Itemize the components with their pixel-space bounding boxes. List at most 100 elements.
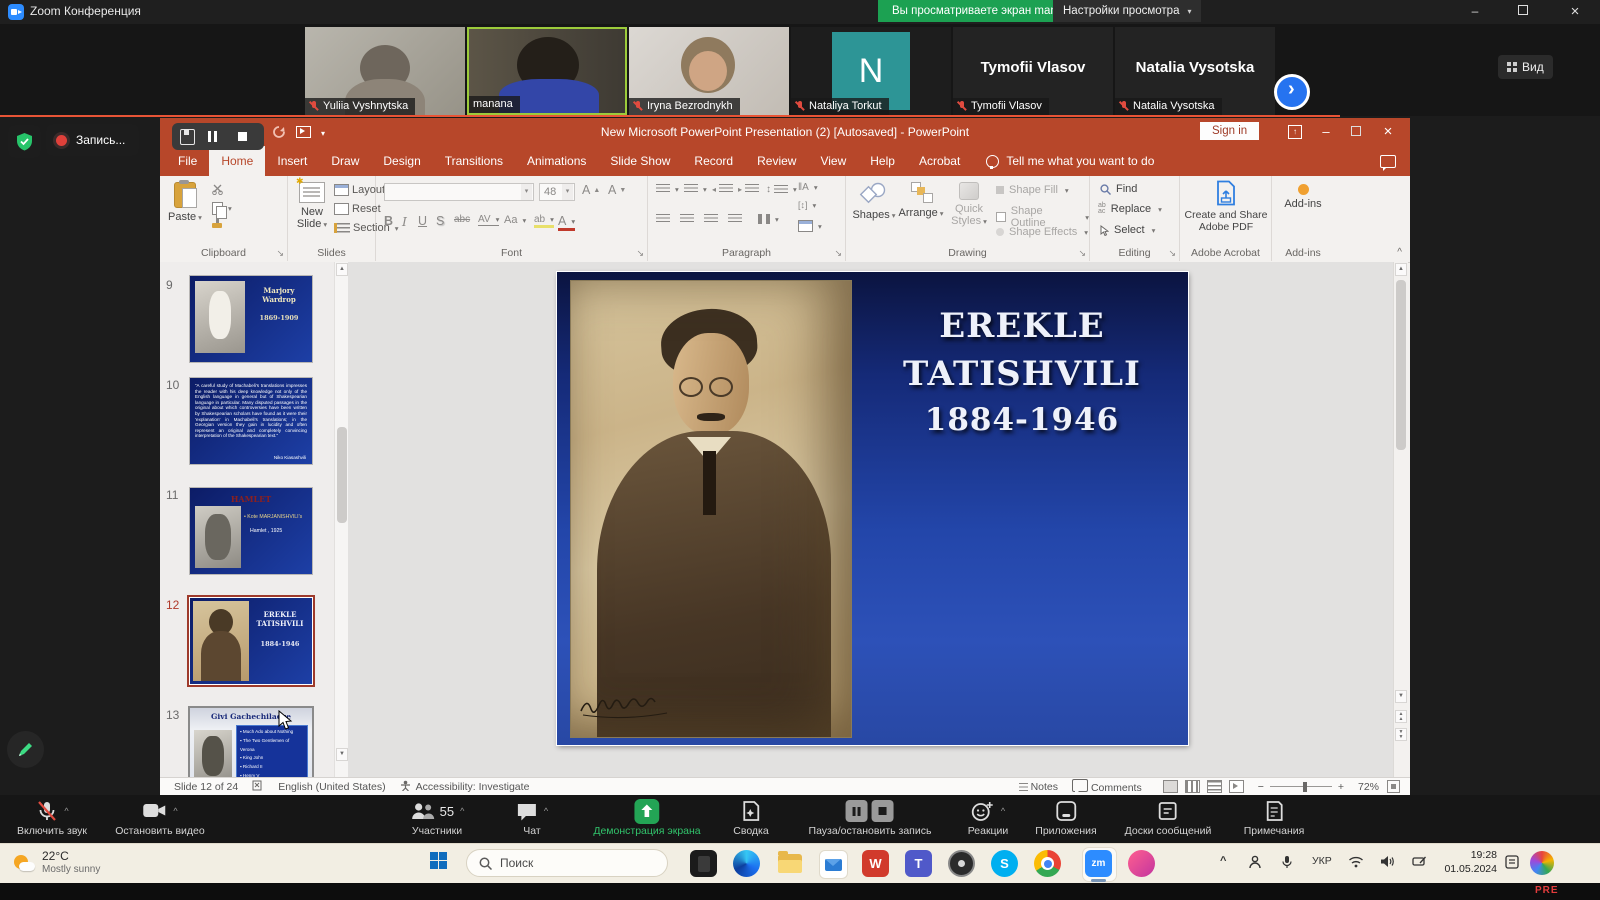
taskbar-app-w[interactable]: W <box>862 850 889 877</box>
main-slide[interactable]: EREKLE TATISHVILI 1884-1946 <box>557 272 1188 745</box>
tray-clock[interactable]: 19:28 01.05.2024 <box>1441 848 1497 876</box>
spellcheck-icon[interactable] <box>252 780 264 794</box>
taskbar-app-edge[interactable] <box>733 850 760 877</box>
reading-view-button[interactable] <box>1207 780 1222 793</box>
video-tile-active-speaker[interactable]: manana <box>467 27 627 115</box>
zoom-close-button[interactable] <box>1552 0 1598 23</box>
font-color-button[interactable]: A <box>558 214 575 231</box>
align-text-button[interactable]: [↕] <box>798 200 816 210</box>
tab-help[interactable]: Help <box>858 146 907 176</box>
toolbar-chat-button[interactable]: ^ Чат <box>516 798 548 837</box>
toolbar-whiteboards-button[interactable]: Доски сообщений <box>1125 798 1212 837</box>
reset-button[interactable]: Reset <box>334 203 381 215</box>
pause-recording-icon[interactable] <box>214 131 217 142</box>
tab-animations[interactable]: Animations <box>515 146 598 176</box>
dialog-launcher-icon[interactable] <box>1168 247 1176 259</box>
line-spacing-button[interactable]: ↕ <box>766 184 797 195</box>
zoom-recording-controls[interactable] <box>172 123 264 150</box>
decrease-indent-button[interactable]: ◂ <box>712 184 733 194</box>
tab-transitions[interactable]: Transitions <box>433 146 515 176</box>
zoom-maximize-button[interactable] <box>1500 0 1546 23</box>
tray-person-icon[interactable] <box>1248 855 1262 872</box>
scrollbar-thumb[interactable] <box>1396 280 1406 450</box>
tab-design[interactable]: Design <box>371 146 432 176</box>
thumbnail-slide-12-selected[interactable]: EREKLETATISHVILI 1884-1946 <box>190 598 312 684</box>
align-center-button[interactable] <box>680 214 694 224</box>
toolbar-share-button[interactable]: Демонстрация экрана <box>593 798 700 837</box>
font-size-combo[interactable]: 48▾ <box>539 183 575 201</box>
slide-scrollbar[interactable]: ▲ ▼ ▲▲ ▼▼ <box>1393 262 1408 777</box>
align-left-button[interactable] <box>656 214 670 224</box>
align-right-button[interactable] <box>704 214 718 224</box>
zoom-minimize-button[interactable]: – <box>1452 0 1498 23</box>
change-case-button[interactable]: Aa <box>504 214 526 226</box>
zoom-out-button[interactable]: − <box>1258 781 1264 793</box>
taskbar-app-teams[interactable]: T <box>905 850 932 877</box>
format-painter-button[interactable] <box>212 223 222 228</box>
video-tile[interactable]: Yuliia Vyshnytska <box>305 27 465 115</box>
scrollbar-thumb[interactable] <box>337 427 347 523</box>
cut-button[interactable] <box>212 184 224 195</box>
tray-mic-icon[interactable] <box>1281 855 1293 872</box>
tab-review[interactable]: Review <box>745 146 808 176</box>
security-shield-button[interactable] <box>8 125 41 158</box>
numbering-button[interactable] <box>684 184 707 194</box>
taskbar-app-pink[interactable] <box>1128 850 1155 877</box>
copy-button[interactable] <box>212 202 232 215</box>
zoom-slider-thumb[interactable] <box>1303 782 1307 792</box>
fit-slide-icon[interactable] <box>1387 780 1400 793</box>
thumbnail-slide-13[interactable]: Givi Gachechiladze ▪ Much Ado about Noth… <box>190 708 312 777</box>
thumbnail-scrollbar[interactable]: ▲ ▼ <box>334 262 348 777</box>
tray-wifi-icon[interactable] <box>1348 855 1364 871</box>
shapes-button[interactable]: Shapes <box>852 182 896 221</box>
comments-toggle[interactable]: Comments <box>1072 779 1142 794</box>
increase-indent-button[interactable]: ▸ <box>738 184 759 194</box>
tab-file[interactable]: File <box>166 146 209 176</box>
toolbar-participants-button[interactable]: 55^ Участники <box>410 798 465 837</box>
addins-button[interactable]: Add-ins <box>1278 184 1328 210</box>
text-shadow-button[interactable]: S <box>436 214 444 228</box>
tab-record[interactable]: Record <box>682 146 745 176</box>
tab-view[interactable]: View <box>808 146 858 176</box>
tray-language-indicator[interactable]: УКР <box>1312 855 1332 867</box>
language-indicator[interactable]: English (United States) <box>278 781 385 793</box>
columns-button[interactable] <box>758 214 779 224</box>
quick-styles-button[interactable]: Quick Styles <box>946 182 992 227</box>
chevron-up-icon[interactable]: ^ <box>460 806 464 816</box>
chevron-up-icon[interactable]: ^ <box>1001 806 1005 816</box>
tray-volume-icon[interactable] <box>1380 855 1395 871</box>
italic-button[interactable]: I <box>402 214 407 229</box>
toolbar-summary-button[interactable]: Сводка <box>733 798 768 837</box>
slide-sorter-view-button[interactable] <box>1185 780 1200 793</box>
video-tile[interactable]: Iryna Bezrodnykh <box>629 27 789 115</box>
tab-slide-show[interactable]: Slide Show <box>598 146 682 176</box>
tray-hidden-icons-chevron[interactable]: ^ <box>1220 855 1226 867</box>
tray-notification-icon[interactable] <box>1505 855 1519 872</box>
underline-button[interactable]: U <box>418 214 427 228</box>
replace-button[interactable]: abac Replace <box>1098 203 1162 215</box>
character-spacing-button[interactable]: AV <box>478 214 499 226</box>
video-tile[interactable]: Natalia Vysotska Natalia Vysotska <box>1115 27 1275 115</box>
accessibility-icon[interactable] <box>400 780 411 794</box>
accessibility-status[interactable]: Accessibility: Investigate <box>416 781 530 793</box>
scroll-up-arrow[interactable]: ▲ <box>336 263 348 276</box>
chevron-up-icon[interactable]: ^ <box>173 806 177 816</box>
next-participants-button[interactable] <box>1274 74 1310 110</box>
weather-icon[interactable] <box>14 853 36 875</box>
tab-draw[interactable]: Draw <box>319 146 371 176</box>
weather-description[interactable]: Mostly sunny <box>42 864 100 875</box>
highlight-button[interactable]: ab <box>534 214 554 228</box>
view-settings-button[interactable]: Настройки просмотра <box>1053 0 1201 22</box>
smartart-button[interactable] <box>798 220 822 232</box>
stop-recording-icon[interactable] <box>238 132 247 141</box>
taskbar-app-skype[interactable]: S <box>991 850 1018 877</box>
shrink-font-button[interactable]: A▼ <box>608 183 626 197</box>
font-name-combo[interactable]: ▾ <box>384 183 534 201</box>
ribbon-display-options[interactable]: ↑ <box>1288 125 1302 139</box>
annotate-pencil-button[interactable] <box>7 731 44 768</box>
new-slide-button[interactable]: New Slide <box>294 182 330 230</box>
tab-acrobat[interactable]: Acrobat <box>907 146 972 176</box>
start-button[interactable] <box>430 852 447 869</box>
taskbar-app-device[interactable] <box>690 850 717 877</box>
scroll-up-arrow[interactable]: ▲ <box>1395 263 1407 276</box>
